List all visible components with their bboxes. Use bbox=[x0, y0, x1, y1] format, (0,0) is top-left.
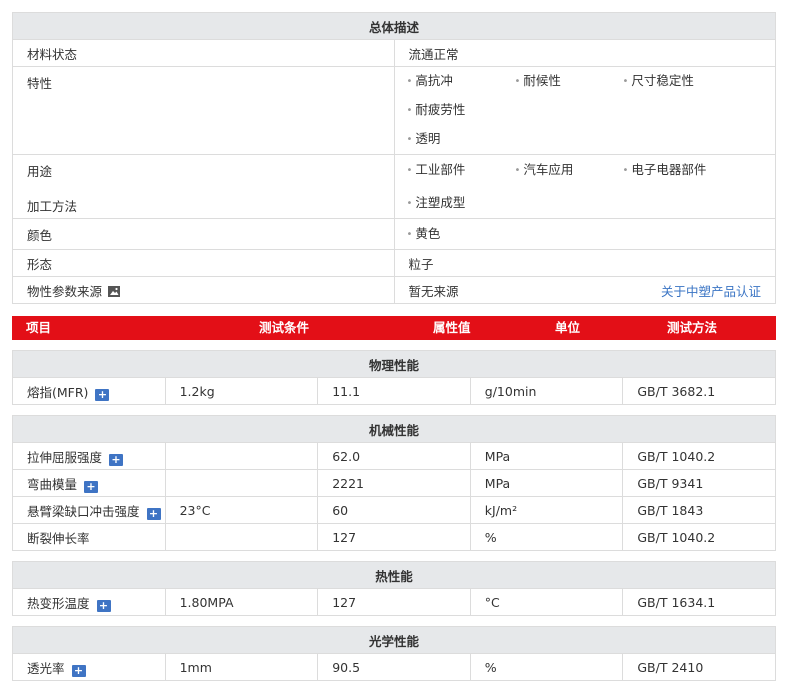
expand-plus-icon[interactable]: + bbox=[109, 453, 124, 466]
property-name: 拉伸屈服强度 bbox=[27, 449, 103, 465]
test-condition bbox=[164, 523, 319, 551]
test-condition: 1mm bbox=[164, 653, 319, 681]
test-method: GB/T 2410 bbox=[622, 653, 776, 681]
overview-value: 流通正常 bbox=[393, 39, 776, 67]
table-row: 透光率 + 1mm 90.5 % GB/T 2410 bbox=[12, 653, 776, 681]
property-name: 弯曲模量 bbox=[27, 476, 78, 492]
feature-tag[interactable]: 高抗冲 bbox=[407, 67, 515, 96]
overview-row-features: 特性 高抗冲耐候性尺寸稳定性耐疲劳性透明 bbox=[12, 66, 776, 155]
table-row: 悬臂梁缺口冲击强度 + 23°C 60 kJ/m² GB/T 1843 bbox=[12, 496, 776, 524]
property-value: 60 bbox=[317, 496, 471, 524]
expand-plus-icon[interactable]: + bbox=[96, 599, 111, 612]
table-row: 断裂伸长率 127 % GB/T 1040.2 bbox=[12, 523, 776, 551]
property-name: 熔指(MFR) bbox=[27, 384, 89, 400]
property-value: 127 bbox=[317, 588, 471, 616]
overview-row-status: 材料状态 流通正常 bbox=[12, 39, 776, 67]
spec-sheet: 总体描述 材料状态 流通正常 特性 高抗冲耐候性尺寸稳定性耐疲劳性透明 用途 加… bbox=[12, 12, 776, 681]
section-mechanical: 机械性能 拉伸屈服强度 + 62.0 MPa GB/T 1040.2 弯曲模量 + … bbox=[12, 415, 776, 551]
column-header-item: 项目 bbox=[26, 320, 52, 335]
overview-value: 粒子 bbox=[393, 249, 776, 277]
feature-tag[interactable]: 透明 bbox=[407, 125, 515, 154]
property-unit: g/10min bbox=[469, 377, 624, 405]
overview-row-form: 形态 粒子 bbox=[12, 249, 776, 277]
certification-link[interactable]: 关于中塑产品认证 bbox=[661, 281, 775, 300]
property-name: 断裂伸长率 bbox=[27, 530, 90, 546]
property-unit: MPa bbox=[469, 442, 624, 470]
feature-tag[interactable]: 耐疲劳性 bbox=[407, 96, 515, 125]
property-name: 悬臂梁缺口冲击强度 bbox=[27, 503, 140, 519]
overview-row-color: 颜色 黄色 bbox=[12, 218, 776, 250]
color-tag[interactable]: 黄色 bbox=[407, 220, 515, 249]
section-title: 光学性能 bbox=[12, 626, 776, 654]
property-value: 2221 bbox=[317, 469, 471, 497]
feature-tag[interactable]: 耐候性 bbox=[515, 67, 623, 96]
expand-plus-icon[interactable]: + bbox=[84, 480, 99, 493]
property-name: 热变形温度 bbox=[27, 595, 90, 611]
property-value: 62.0 bbox=[317, 442, 471, 470]
property-unit: MPa bbox=[469, 469, 624, 497]
overview-key: 形态 bbox=[12, 249, 395, 277]
section-title: 物理性能 bbox=[12, 350, 776, 378]
overview-key: 材料状态 bbox=[12, 39, 395, 67]
expand-plus-icon[interactable]: + bbox=[146, 507, 161, 520]
column-header-unit: 单位 bbox=[555, 320, 581, 335]
property-unit: °C bbox=[469, 588, 624, 616]
test-method: GB/T 1634.1 bbox=[622, 588, 776, 616]
overview-row-source: 物性参数来源 暂无来源 关于中塑产品认证 bbox=[12, 276, 776, 304]
overview-header-row: 总体描述 bbox=[12, 12, 776, 40]
property-column-header: 项目 测试条件 属性值 单位 测试方法 bbox=[12, 316, 776, 340]
overview-key: 颜色 bbox=[12, 218, 395, 250]
test-condition bbox=[164, 442, 319, 470]
column-header-condition: 测试条件 bbox=[259, 320, 310, 335]
usage-tag[interactable]: 汽车应用 bbox=[515, 156, 623, 185]
expand-plus-icon[interactable]: + bbox=[71, 664, 86, 677]
section-physical: 物理性能 熔指(MFR) + 1.2kg 11.1 g/10min GB/T 36… bbox=[12, 350, 776, 405]
section-title: 热性能 bbox=[12, 561, 776, 589]
property-unit: kJ/m² bbox=[469, 496, 624, 524]
property-value: 11.1 bbox=[317, 377, 471, 405]
overview-key: 物性参数来源 bbox=[27, 283, 103, 299]
process-tag[interactable]: 注塑成型 bbox=[407, 189, 515, 218]
property-unit: % bbox=[469, 523, 624, 551]
table-row: 拉伸屈服强度 + 62.0 MPa GB/T 1040.2 bbox=[12, 442, 776, 470]
table-row: 热变形温度 + 1.80MPA 127 °C GB/T 1634.1 bbox=[12, 588, 776, 616]
test-method: GB/T 1843 bbox=[622, 496, 776, 524]
picture-icon[interactable] bbox=[108, 285, 121, 297]
overview-key: 特性 bbox=[12, 66, 395, 155]
table-row: 弯曲模量 + 2221 MPa GB/T 9341 bbox=[12, 469, 776, 497]
section-title: 机械性能 bbox=[12, 415, 776, 443]
overview-value: 暂无来源 bbox=[408, 283, 459, 299]
overview-key: 用途 bbox=[27, 164, 53, 179]
expand-plus-icon[interactable]: + bbox=[95, 388, 110, 401]
feature-tag[interactable]: 尺寸稳定性 bbox=[623, 67, 731, 96]
section-thermal: 热性能 热变形温度 + 1.80MPA 127 °C GB/T 1634.1 bbox=[12, 561, 776, 616]
usage-tag[interactable]: 工业部件 bbox=[407, 156, 515, 185]
column-header-method: 测试方法 bbox=[667, 320, 718, 335]
table-row: 熔指(MFR) + 1.2kg 11.1 g/10min GB/T 3682.1 bbox=[12, 377, 776, 405]
test-method: GB/T 3682.1 bbox=[622, 377, 776, 405]
test-method: GB/T 9341 bbox=[622, 469, 776, 497]
overview-title: 总体描述 bbox=[12, 12, 776, 40]
property-name: 透光率 bbox=[27, 660, 65, 676]
overview-table: 总体描述 材料状态 流通正常 特性 高抗冲耐候性尺寸稳定性耐疲劳性透明 用途 加… bbox=[12, 12, 776, 304]
overview-key: 加工方法 bbox=[27, 199, 78, 214]
column-header-value: 属性值 bbox=[433, 320, 471, 335]
usage-tag[interactable]: 电子电器部件 bbox=[623, 156, 731, 185]
overview-row-usage: 用途 加工方法 工业部件汽车应用电子电器部件 注塑成型 bbox=[12, 154, 776, 219]
test-condition: 1.2kg bbox=[164, 377, 319, 405]
test-method: GB/T 1040.2 bbox=[622, 442, 776, 470]
test-method: GB/T 1040.2 bbox=[622, 523, 776, 551]
test-condition bbox=[164, 469, 319, 497]
section-optical: 光学性能 透光率 + 1mm 90.5 % GB/T 2410 bbox=[12, 626, 776, 681]
property-value: 127 bbox=[317, 523, 471, 551]
test-condition: 23°C bbox=[164, 496, 319, 524]
property-unit: % bbox=[469, 653, 624, 681]
test-condition: 1.80MPA bbox=[164, 588, 319, 616]
property-value: 90.5 bbox=[317, 653, 471, 681]
